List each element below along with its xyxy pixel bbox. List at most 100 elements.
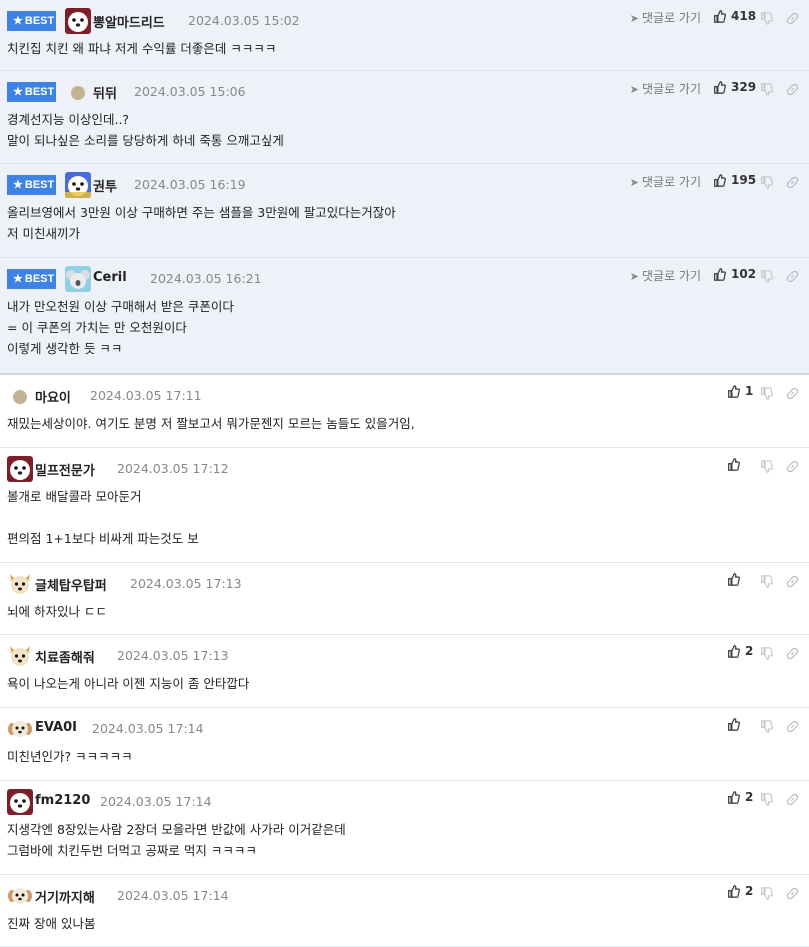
- author-name[interactable]: 마요이: [35, 387, 71, 406]
- author-name[interactable]: EVA0I: [35, 720, 77, 735]
- comment: 글체탑우탑퍼 2024.03.05 17:13 뇌에 하자있나 ㄷㄷ: [0, 563, 809, 635]
- thumbs-down-icon: [761, 12, 773, 25]
- dislike-button[interactable]: [760, 885, 774, 900]
- author-name[interactable]: 밀프전문가: [35, 460, 95, 479]
- dislike-button[interactable]: [760, 791, 774, 806]
- avatar[interactable]: [7, 789, 33, 815]
- dislike-button[interactable]: [760, 645, 774, 660]
- comment-text: 진짜 장애 있나봄: [7, 916, 96, 931]
- copy-link-button[interactable]: [786, 174, 800, 189]
- thumbs-down-icon: [761, 887, 773, 900]
- best-comment: ★ BEST 뒤뒤 2024.03.05 15:06 ➤ 댓글로 가기 329 경계선지능 이…: [0, 71, 809, 164]
- go-to-reply-link[interactable]: ➤ 댓글로 가기: [630, 80, 701, 97]
- copy-link-button[interactable]: [786, 791, 800, 806]
- like-button[interactable]: 2: [727, 884, 753, 898]
- avatar[interactable]: [7, 456, 33, 482]
- like-button[interactable]: 2: [727, 790, 753, 804]
- dislike-button[interactable]: [760, 268, 774, 283]
- like-button[interactable]: 1: [727, 384, 753, 398]
- like-button[interactable]: 195: [713, 173, 756, 187]
- star-icon: ★: [13, 15, 23, 27]
- thumbs-up-icon: [713, 9, 726, 23]
- copy-link-button[interactable]: [786, 81, 800, 96]
- copy-link-button[interactable]: [786, 10, 800, 25]
- avatar[interactable]: [65, 172, 91, 198]
- comment-date: 2024.03.05 17:13: [130, 576, 242, 591]
- like-button[interactable]: [727, 717, 740, 731]
- dislike-button[interactable]: [760, 174, 774, 189]
- author-name[interactable]: 글체탑우탑퍼: [35, 575, 107, 594]
- comment-text: 치킨집 치킨 왜 파냐 저게 수익률 더좋은데 ㅋㅋㅋㅋ: [7, 41, 277, 56]
- author-name[interactable]: 치료좀해줘: [35, 647, 95, 666]
- copy-link-button[interactable]: [786, 645, 800, 660]
- like-button[interactable]: [727, 572, 740, 586]
- comment-text: 미친년인가? ㅋㅋㅋㅋㅋ: [7, 749, 133, 764]
- dislike-button[interactable]: [760, 573, 774, 588]
- star-icon: ★: [13, 179, 23, 191]
- avatar[interactable]: [65, 8, 91, 34]
- reply-label: 댓글로 가기: [641, 175, 701, 189]
- like-button[interactable]: [727, 457, 740, 471]
- thumbs-up-icon: [727, 884, 740, 898]
- avatar[interactable]: [7, 643, 33, 669]
- like-count: 2: [745, 644, 754, 658]
- star-icon: ★: [13, 273, 23, 285]
- avatar[interactable]: [13, 390, 27, 404]
- best-badge: ★ BEST: [7, 175, 56, 195]
- copy-link-button[interactable]: [786, 268, 800, 283]
- go-to-reply-link[interactable]: ➤ 댓글로 가기: [630, 173, 701, 190]
- thumbs-up-icon: [727, 384, 740, 398]
- avatar[interactable]: [7, 571, 33, 597]
- comment-date: 2024.03.05 15:02: [188, 13, 300, 28]
- author-name[interactable]: 권투: [93, 176, 117, 195]
- dislike-button[interactable]: [760, 385, 774, 400]
- reply-label: 댓글로 가기: [641, 11, 701, 25]
- avatar[interactable]: [7, 883, 33, 909]
- dislike-button[interactable]: [760, 458, 774, 473]
- author-name[interactable]: 뒤뒤: [93, 83, 117, 102]
- copy-link-button[interactable]: [786, 385, 800, 400]
- like-button[interactable]: 329: [713, 80, 756, 94]
- like-count: 2: [745, 884, 754, 898]
- copy-link-button[interactable]: [786, 458, 800, 473]
- thumbs-up-icon: [727, 717, 740, 731]
- copy-link-button[interactable]: [786, 573, 800, 588]
- avatar[interactable]: [7, 716, 33, 742]
- send-arrow-icon: ➤: [629, 83, 639, 96]
- comment: EVA0I 2024.03.05 17:14 미친년인가? ㅋㅋㅋㅋㅋ: [0, 708, 809, 781]
- author-name[interactable]: 뽕알마드리드: [93, 12, 165, 31]
- author-name[interactable]: fm2120: [35, 793, 90, 808]
- thumbs-up-icon: [727, 572, 740, 586]
- avatar[interactable]: [65, 266, 91, 292]
- dislike-button[interactable]: [760, 10, 774, 25]
- go-to-reply-link[interactable]: ➤ 댓글로 가기: [630, 267, 701, 284]
- comment-text: 지생각엔 8장있는사람 2장더 모을라면 반값에 사가라 이거같은데 그럼바에 …: [7, 822, 346, 858]
- comment-text: 내가 만오천원 이상 구매해서 받은 쿠폰이다 = 이 쿠폰의 가치는 만 오천…: [7, 299, 234, 356]
- go-to-reply-link[interactable]: ➤ 댓글로 가기: [630, 9, 701, 26]
- like-button[interactable]: 2: [727, 644, 753, 658]
- thumbs-up-icon: [727, 644, 740, 658]
- like-button[interactable]: 102: [713, 267, 756, 281]
- best-label: BEST: [24, 15, 55, 27]
- thumbs-down-icon: [761, 176, 773, 189]
- thumbs-up-icon: [713, 267, 726, 281]
- copy-link-button[interactable]: [786, 718, 800, 733]
- author-name[interactable]: Ceril: [93, 270, 127, 285]
- copy-link-button[interactable]: [786, 885, 800, 900]
- like-count: 418: [731, 9, 757, 23]
- dislike-button[interactable]: [760, 718, 774, 733]
- best-badge: ★ BEST: [7, 82, 56, 102]
- like-count: 2: [745, 790, 754, 804]
- send-arrow-icon: ➤: [629, 270, 639, 283]
- avatar[interactable]: [71, 86, 85, 100]
- comment-text: 올리브영에서 3만원 이상 구매하면 주는 샘플을 3만원에 팔고있다는거잖아 …: [7, 205, 396, 241]
- like-button[interactable]: 418: [713, 9, 756, 23]
- dislike-button[interactable]: [760, 81, 774, 96]
- thumbs-up-icon: [713, 173, 726, 187]
- author-name[interactable]: 거기까지해: [35, 887, 95, 906]
- comment-text: 뇌에 하자있나 ㄷㄷ: [7, 604, 107, 619]
- comment-date: 2024.03.05 17:14: [92, 721, 204, 736]
- comment-date: 2024.03.05 17:14: [117, 888, 229, 903]
- comment: fm2120 2024.03.05 17:14 2 지생각엔 8장있는사람 2장더 모…: [0, 781, 809, 875]
- thumbs-up-icon: [727, 457, 740, 471]
